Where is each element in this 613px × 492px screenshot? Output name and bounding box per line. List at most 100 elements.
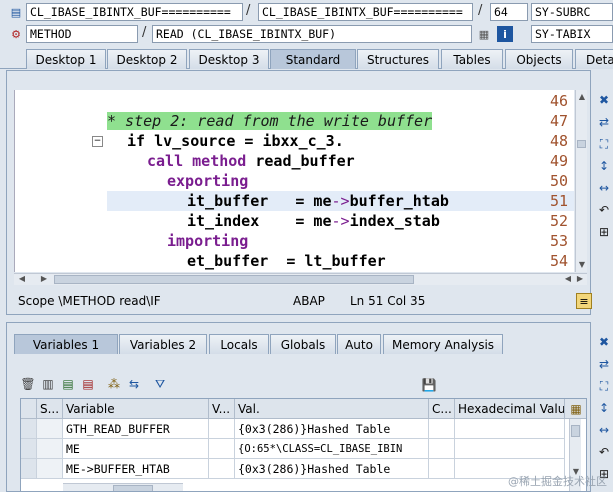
display-icon[interactable]: ▦ xyxy=(476,26,492,42)
row-selector[interactable] xyxy=(21,439,37,459)
scroll-right-icon[interactable]: ▶ xyxy=(38,274,50,284)
resize-vertical-icon[interactable]: ↕ xyxy=(596,158,612,174)
row-selector[interactable] xyxy=(21,459,37,479)
notepad-icon[interactable]: ≡ xyxy=(576,293,592,309)
tab-objects[interactable]: Objects xyxy=(505,49,573,69)
info-icon[interactable]: i xyxy=(497,26,513,42)
code-text: it_buffer = me xyxy=(187,192,332,210)
watermark: @稀土掘金技术社区 xyxy=(508,475,607,488)
delete-icon[interactable]: 🗑 xyxy=(20,376,36,392)
code-line-54: et_buffer = lt_buffer xyxy=(187,252,386,272)
transfer-icon[interactable]: ⇆ xyxy=(126,376,142,392)
scroll-up-icon[interactable]: ▲ xyxy=(576,92,588,102)
maximize-icon[interactable]: ⛶ xyxy=(596,136,612,152)
resize-horizontal-icon[interactable]: ↔ xyxy=(596,180,612,196)
grid-hscrollbar[interactable] xyxy=(63,483,183,491)
tab-desktop-2[interactable]: Desktop 2 xyxy=(107,49,187,69)
tab-globals[interactable]: Globals xyxy=(270,334,336,354)
status-cell xyxy=(37,419,63,439)
variable-cell[interactable]: ME->BUFFER_HTAB xyxy=(63,459,209,479)
cursor-position: Ln 51 Col 35 xyxy=(350,294,426,308)
code-text: it_index = me xyxy=(187,212,332,230)
resize-horizontal-icon[interactable]: ↔ xyxy=(596,422,612,438)
undo-icon[interactable]: ↶ xyxy=(596,202,612,218)
row-selector[interactable] xyxy=(21,419,37,439)
tab-auto[interactable]: Auto xyxy=(337,334,381,354)
code-text: read_buffer xyxy=(246,152,355,170)
scroll-right-icon[interactable]: ▶ xyxy=(574,274,586,284)
tab-desktop-1[interactable]: Desktop 1 xyxy=(26,49,106,69)
code-text: et_buffer = lt_buffer xyxy=(187,252,386,270)
code-line-53: importing xyxy=(167,232,248,252)
scroll-thumb[interactable] xyxy=(577,140,586,148)
tab-desktop-3[interactable]: Desktop 3 xyxy=(189,49,269,69)
close-icon[interactable]: ✖ xyxy=(596,92,612,108)
list-icon[interactable]: ▤ xyxy=(60,376,76,392)
line-number: 52 xyxy=(549,212,568,230)
source-editor[interactable]: 46 47 48 49 50 51 52 53 54 − * step 2: r… xyxy=(14,90,574,272)
scroll-left-icon[interactable]: ◀ xyxy=(16,274,28,284)
scroll-left-icon[interactable]: ◀ xyxy=(562,274,574,284)
editor-hscrollbar[interactable]: ◀ ▶ ◀ ▶ xyxy=(14,273,587,285)
code-line-48: if lv_source = ibxx_c_3. xyxy=(127,132,344,152)
value-cell[interactable]: {0x3(286)}Hashed Table xyxy=(235,419,429,439)
code-keyword: if xyxy=(127,132,146,150)
tab-variables-1[interactable]: Variables 1 xyxy=(14,334,118,354)
scroll-thumb[interactable] xyxy=(54,275,414,284)
undo-icon[interactable]: ↶ xyxy=(596,444,612,460)
hierarchy-icon[interactable]: ⁂ xyxy=(106,376,122,392)
variable-cell[interactable]: ME xyxy=(63,439,209,459)
grid-settings-icon[interactable]: ▦ xyxy=(565,399,586,419)
tab-tables[interactable]: Tables xyxy=(441,49,503,69)
code-comment: * step 2: read from the write buffer xyxy=(107,112,433,130)
col-header-status[interactable]: S... xyxy=(37,399,63,419)
value-cell[interactable]: {0x3(286)}Hashed Table xyxy=(235,459,429,479)
code-keyword: exporting xyxy=(167,172,249,190)
save-list-icon[interactable]: ▤ xyxy=(80,376,96,392)
language-label: ABAP xyxy=(293,294,325,308)
event-type-field[interactable]: METHOD xyxy=(26,25,138,43)
layout-icon[interactable]: ⊞ xyxy=(596,224,612,240)
line-gutter xyxy=(15,90,83,272)
sy-tabix-field[interactable]: SY-TABIX xyxy=(531,25,613,43)
v-cell xyxy=(209,419,235,439)
swap-icon[interactable]: ⇄ xyxy=(596,114,612,130)
desktop-tabstrip: Desktop 1 Desktop 2 Desktop 3 Standard S… xyxy=(0,47,613,69)
include-field[interactable]: CL_IBASE_IBINTX_BUF========== xyxy=(258,3,473,21)
value-cell[interactable]: {O:65*\CLASS=CL_IBASE_IBIN xyxy=(235,439,429,459)
variable-cell[interactable]: GTH_READ_BUFFER xyxy=(63,419,209,439)
col-header-hex[interactable]: Hexadecimal Value xyxy=(455,399,565,419)
delete-all-icon[interactable]: ▥ xyxy=(40,376,56,392)
maximize-icon[interactable]: ⛶ xyxy=(596,378,612,394)
swap-icon[interactable]: ⇄ xyxy=(596,356,612,372)
change-cell xyxy=(429,459,455,479)
scroll-thumb[interactable] xyxy=(571,425,580,437)
change-cell xyxy=(429,439,455,459)
program-field[interactable]: CL_IBASE_IBINTX_BUF========== xyxy=(26,3,243,21)
tab-details[interactable]: Deta xyxy=(575,49,613,69)
tab-standard[interactable]: Standard xyxy=(270,49,356,69)
change-cell xyxy=(429,419,455,439)
tab-locals[interactable]: Locals xyxy=(209,334,269,354)
col-header-change[interactable]: C... xyxy=(429,399,455,419)
col-header-variable[interactable]: Variable xyxy=(63,399,209,419)
fold-toggle[interactable]: − xyxy=(92,136,103,147)
event-name-field[interactable]: READ (CL_IBASE_IBINTX_BUF) xyxy=(152,25,472,43)
scroll-down-icon[interactable]: ▼ xyxy=(576,260,588,270)
close-icon[interactable]: ✖ xyxy=(596,334,612,350)
sy-subrc-field[interactable]: SY-SUBRC xyxy=(531,3,613,21)
editor-vscrollbar[interactable]: ▲ ▼ xyxy=(575,90,587,272)
col-header-value[interactable]: Val. xyxy=(235,399,429,419)
col-header-v[interactable]: V... xyxy=(209,399,235,419)
save-icon[interactable]: 💾 xyxy=(421,377,437,393)
hex-cell xyxy=(455,419,565,439)
tab-variables-2[interactable]: Variables 2 xyxy=(119,334,207,354)
tab-memory-analysis[interactable]: Memory Analysis xyxy=(383,334,503,354)
tab-structures[interactable]: Structures xyxy=(357,49,439,69)
line-number-field[interactable]: 64 xyxy=(490,3,528,21)
scroll-thumb[interactable] xyxy=(113,485,153,491)
editor-statusbar: Scope \METHOD read\IF ABAP Ln 51 Col 35 … xyxy=(14,292,594,310)
filter-icon[interactable]: ⛛ xyxy=(152,376,168,392)
code-text: lv_source = ibxx_c_3. xyxy=(145,132,344,150)
resize-vertical-icon[interactable]: ↕ xyxy=(596,400,612,416)
